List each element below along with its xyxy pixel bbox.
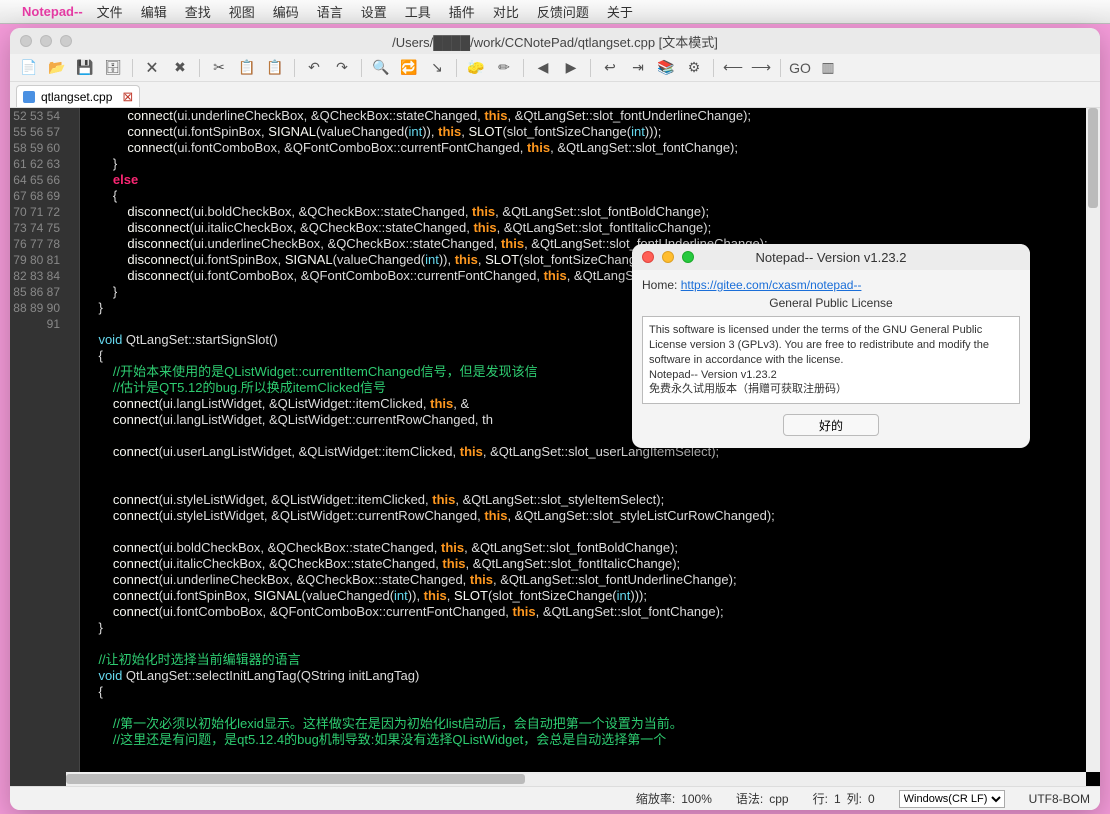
home-link[interactable]: https://gitee.com/cxasm/notepad-- (681, 278, 862, 292)
menu-语言[interactable]: 语言 (317, 5, 343, 20)
home-row: Home: https://gitee.com/cxasm/notepad-- (642, 278, 1020, 292)
statusbar: 缩放率: 100% 语法: cpp 行: 1 列: 0 Windows(CR L… (10, 786, 1100, 810)
window-title: /Users/████/work/CCNotePad/qtlangset.cpp… (10, 32, 1100, 51)
dialog-title: Notepad-- Version v1.23.2 (632, 250, 1030, 265)
tab-label: qtlangset.cpp (41, 90, 112, 104)
indent-icon[interactable]: ⇥ (627, 57, 649, 79)
left-icon[interactable]: ⟵ (722, 57, 744, 79)
titlebar: /Users/████/work/CCNotePad/qtlangset.cpp… (10, 28, 1100, 54)
close-tab-icon[interactable]: ⊠ (122, 89, 133, 105)
license-box: This software is licensed under the term… (642, 316, 1020, 404)
books-icon[interactable]: 📚 (655, 57, 677, 79)
zoom-segment: 缩放率: 100% (636, 790, 712, 807)
menu-视图[interactable]: 视图 (229, 5, 255, 20)
wrap-icon[interactable]: ↩ (599, 57, 621, 79)
about-dialog: Notepad-- Version v1.23.2 Home: https://… (632, 244, 1030, 448)
paste-icon[interactable]: 📋 (264, 57, 286, 79)
encoding-label[interactable]: UTF8-BOM (1029, 792, 1090, 806)
erase-icon[interactable]: 🧽 (465, 57, 487, 79)
menu-关于[interactable]: 关于 (607, 5, 633, 20)
close-icon[interactable]: 🗙 (141, 57, 163, 79)
tabbar: qtlangset.cpp ⊠ (10, 82, 1100, 108)
menu-查找[interactable]: 查找 (185, 5, 211, 20)
new-icon[interactable]: 📄 (18, 57, 40, 79)
saveall-icon[interactable]: 🗄 (102, 57, 124, 79)
menu-工具[interactable]: 工具 (405, 5, 431, 20)
save-icon[interactable]: 💾 (74, 57, 96, 79)
eol-select[interactable]: Windows(CR LF) (899, 790, 1005, 808)
menu-对比[interactable]: 对比 (493, 5, 519, 20)
menu-编码[interactable]: 编码 (273, 5, 299, 20)
horizontal-scrollbar[interactable] (66, 772, 1086, 786)
nav1-icon[interactable]: ◀ (532, 57, 554, 79)
lang-segment: 语法: cpp (736, 790, 789, 807)
go-icon[interactable]: GO (789, 57, 811, 79)
dialog-titlebar: Notepad-- Version v1.23.2 (632, 244, 1030, 270)
macos-menubar: Notepad-- 文件 编辑 查找 视图 编码 语言 设置 工具 插件 对比 反馈问题 关于 (0, 0, 1110, 24)
right-icon[interactable]: ⟶ (750, 57, 772, 79)
fold-gutter[interactable] (66, 108, 80, 786)
copy-icon[interactable]: 📋 (236, 57, 258, 79)
menu-插件[interactable]: 插件 (449, 5, 475, 20)
menu-反馈问题[interactable]: 反馈问题 (537, 5, 589, 20)
toolbar: 📄 📂 💾 🗄 🗙 ✖ ✂ 📋 📋 ↶ ↷ 🔍 🔁 ↘ 🧽 ✏ ◀ ▶ ↩ ⇥ 📚 ⚙ ⟵ ⟶ GO ▥ (10, 54, 1100, 82)
undo-icon[interactable]: ↶ (303, 57, 325, 79)
split-icon[interactable]: ▥ (817, 57, 839, 79)
gear-icon[interactable]: ⚙ (683, 57, 705, 79)
replace-icon[interactable]: 🔁 (398, 57, 420, 79)
menu-编辑[interactable]: 编辑 (141, 5, 167, 20)
app-name[interactable]: Notepad-- (22, 4, 83, 19)
license-header: General Public License (642, 296, 1020, 310)
mark-icon[interactable]: ✏ (493, 57, 515, 79)
menu-设置[interactable]: 设置 (361, 5, 387, 20)
open-icon[interactable]: 📂 (46, 57, 68, 79)
line-numbers: 52 53 54 55 56 57 58 59 60 61 62 63 64 6… (10, 108, 66, 786)
nav2-icon[interactable]: ▶ (560, 57, 582, 79)
cut-icon[interactable]: ✂ (208, 57, 230, 79)
closeall-icon[interactable]: ✖ (169, 57, 191, 79)
vertical-scrollbar[interactable] (1086, 108, 1100, 772)
file-icon (23, 91, 35, 103)
ok-button[interactable]: 好的 (783, 414, 879, 436)
position-segment: 行: 1 列: 0 (813, 790, 875, 807)
menu-文件[interactable]: 文件 (97, 5, 123, 20)
find-icon[interactable]: 🔍 (370, 57, 392, 79)
tab-active[interactable]: qtlangset.cpp ⊠ (16, 85, 140, 107)
goto-icon[interactable]: ↘ (426, 57, 448, 79)
redo-icon[interactable]: ↷ (331, 57, 353, 79)
